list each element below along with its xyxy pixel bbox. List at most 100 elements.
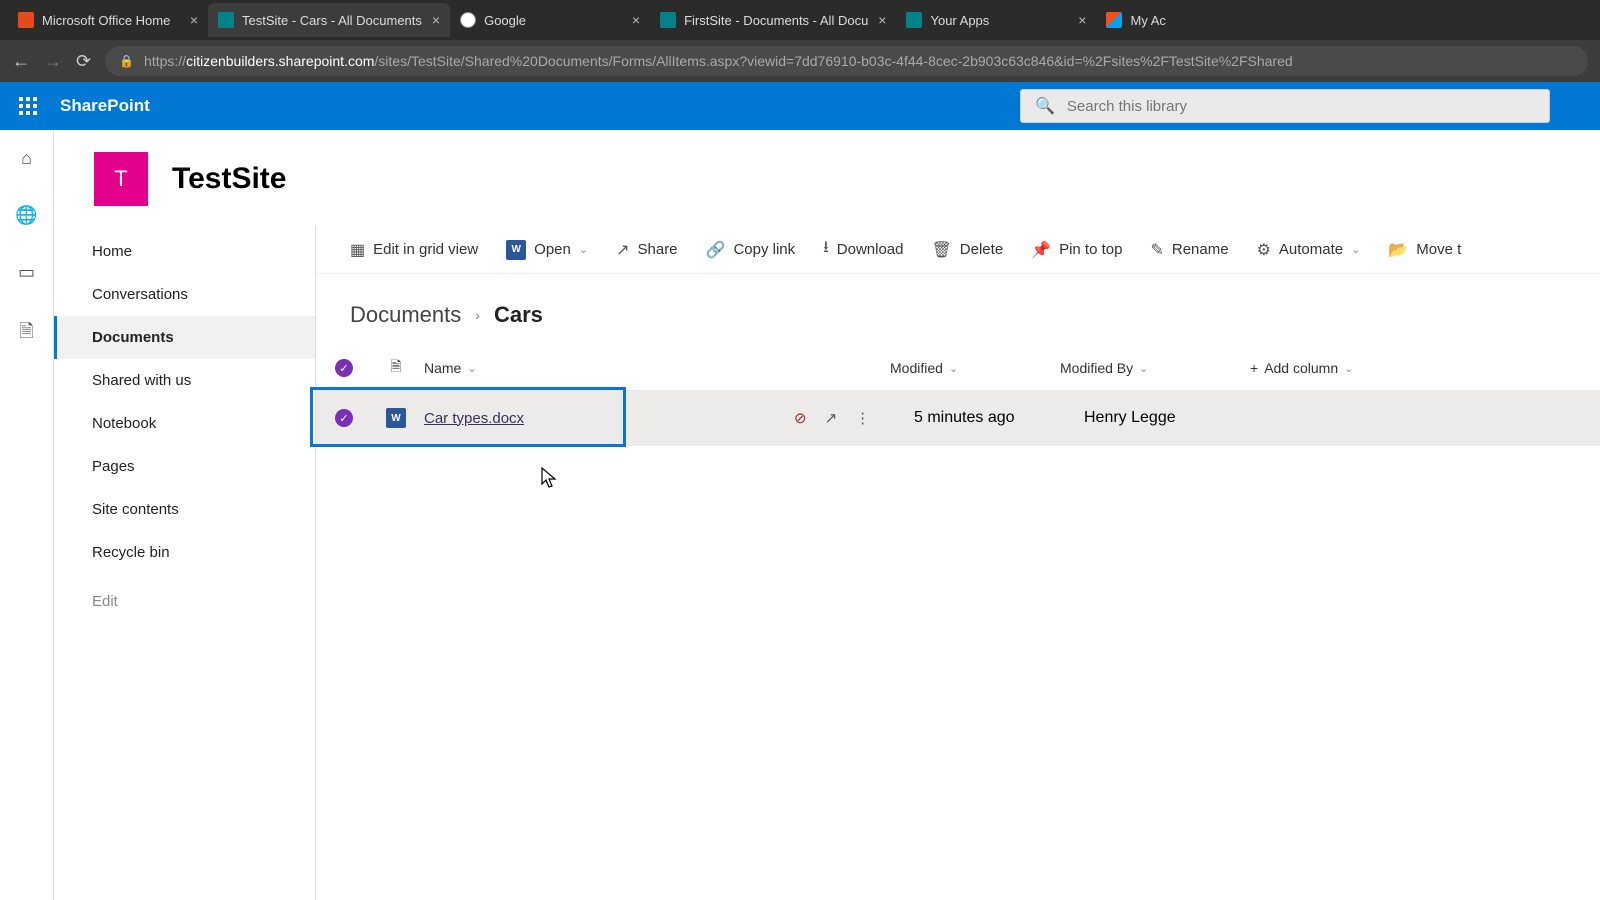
home-icon[interactable]: ⌂ (21, 148, 32, 169)
document-list: ✓ 🗎 Name⌄ Modified⌄ Modified By⌄ +Add co… (316, 346, 1600, 446)
row-actions: ⊘ ↗ ⋮ (794, 409, 914, 427)
cmd-label: Copy link (733, 241, 795, 258)
select-all-cell[interactable]: ✓ (316, 359, 372, 377)
nav-item-pages[interactable]: Pages (54, 445, 315, 488)
chevron-down-icon: ⌄ (579, 243, 588, 256)
site-title[interactable]: TestSite (172, 162, 286, 196)
cmd-label: Edit in grid view (373, 241, 478, 258)
link-icon: 🔗 (706, 240, 726, 260)
modified-by-cell[interactable]: Henry Legge (1084, 409, 1274, 427)
nav-item-home[interactable]: Home (54, 230, 315, 273)
tab-favicon (660, 12, 676, 28)
cmd-copy-link[interactable]: 🔗 Copy link (706, 240, 796, 260)
tab-label: Microsoft Office Home (42, 13, 180, 28)
lock-icon: 🔒 (119, 54, 134, 68)
nav-item-notebook[interactable]: Notebook (54, 402, 315, 445)
tab-favicon (906, 12, 922, 28)
browser-tab-1[interactable]: TestSite - Cars - All Documents × (208, 3, 450, 37)
url-host: citizenbuilders.sharepoint.com (186, 53, 374, 69)
news-icon[interactable]: ▭ (18, 262, 35, 283)
suite-bar: SharePoint 🔍 (0, 82, 1600, 130)
table-row[interactable]: ✓ W Car types.docx ⊘ ↗ ⋮ 5 minutes ago H… (316, 390, 1600, 446)
cmd-label: Pin to top (1059, 241, 1122, 258)
cmd-delete[interactable]: 🗑Delete (931, 240, 1003, 260)
breadcrumb: Documents › Cars (316, 274, 1600, 346)
chevron-right-icon: › (475, 307, 480, 323)
file-link[interactable]: Car types.docx (424, 410, 524, 427)
list-header-row: ✓ 🗎 Name⌄ Modified⌄ Modified By⌄ +Add co… (316, 346, 1600, 390)
chevron-down-icon: ⌄ (949, 362, 958, 375)
cmd-label: Automate (1279, 241, 1343, 258)
browser-tab-overflow[interactable]: My Ac (1096, 12, 1175, 28)
type-header[interactable]: 🗎 (372, 356, 420, 380)
back-button[interactable]: ← (12, 51, 30, 72)
chevron-down-icon: ⌄ (1344, 362, 1353, 375)
check-circle-icon: ✓ (335, 359, 353, 377)
share-icon[interactable]: ↗ (825, 409, 838, 427)
search-box[interactable]: 🔍 (1020, 89, 1550, 123)
files-icon[interactable]: 🗎 (19, 319, 33, 349)
cmd-move[interactable]: 📂Move t (1388, 240, 1461, 260)
nav-item-conversations[interactable]: Conversations (54, 273, 315, 316)
site-header: T TestSite (54, 130, 1600, 216)
nav-edit-link[interactable]: Edit (54, 580, 315, 623)
browser-tab-3[interactable]: FirstSite - Documents - All Docu × (650, 3, 896, 37)
tab-label: Your Apps (930, 13, 1068, 28)
app-launcher-button[interactable] (10, 88, 46, 124)
cmd-label: Share (638, 241, 678, 258)
app-name[interactable]: SharePoint (60, 96, 150, 116)
cmd-label: Move t (1416, 241, 1461, 258)
word-icon: W (506, 240, 526, 260)
address-bar[interactable]: 🔒 https://citizenbuilders.sharepoint.com… (105, 46, 1588, 76)
browser-tab-4[interactable]: Your Apps × (896, 3, 1096, 37)
tab-label: My Ac (1130, 13, 1165, 28)
tab-favicon (18, 12, 34, 28)
close-icon[interactable]: × (1078, 12, 1086, 28)
tab-label: TestSite - Cars - All Documents (242, 13, 422, 28)
nav-item-site-contents[interactable]: Site contents (54, 488, 315, 531)
add-column-header[interactable]: +Add column⌄ (1250, 360, 1600, 376)
cmd-share[interactable]: ↗Share (616, 240, 677, 260)
flow-icon: ⚙ (1257, 240, 1271, 260)
close-icon[interactable]: × (878, 12, 886, 28)
cmd-rename[interactable]: ✎Rename (1150, 240, 1228, 260)
site-logo[interactable]: T (94, 152, 148, 206)
search-input[interactable] (1067, 98, 1535, 115)
more-actions-icon[interactable]: ⋮ (855, 409, 870, 427)
browser-tab-2[interactable]: Google × (450, 3, 650, 37)
cmd-label: Delete (960, 241, 1003, 258)
nav-item-shared[interactable]: Shared with us (54, 359, 315, 402)
tab-label: Google (484, 13, 622, 28)
close-icon[interactable]: × (190, 12, 198, 28)
nav-item-documents[interactable]: Documents (54, 316, 315, 359)
close-icon[interactable]: × (432, 12, 440, 28)
browser-nav-bar: ← → ⟳ 🔒 https://citizenbuilders.sharepoi… (0, 40, 1600, 82)
modified-by-header[interactable]: Modified By⌄ (1060, 360, 1250, 376)
cmd-edit-grid[interactable]: ▦Edit in grid view (350, 240, 478, 260)
cmd-open[interactable]: W Open ⌄ (506, 240, 588, 260)
check-circle-icon: ✓ (335, 409, 353, 427)
nav-item-recycle-bin[interactable]: Recycle bin (54, 531, 315, 574)
cmd-pin[interactable]: 📌Pin to top (1031, 240, 1122, 260)
globe-icon[interactable]: 🌐 (15, 205, 37, 226)
close-icon[interactable]: × (632, 12, 640, 28)
modified-header[interactable]: Modified⌄ (890, 360, 1060, 376)
search-icon: 🔍 (1035, 96, 1055, 116)
forward-button[interactable]: → (44, 51, 62, 72)
modified-cell: 5 minutes ago (914, 409, 1084, 427)
cmd-download[interactable]: ⭳Download (823, 236, 903, 263)
row-select-cell[interactable]: ✓ (316, 409, 372, 427)
cmd-automate[interactable]: ⚙ Automate ⌄ (1257, 240, 1361, 260)
tab-favicon (460, 12, 476, 28)
browser-tab-0[interactable]: Microsoft Office Home × (8, 3, 208, 37)
name-header[interactable]: Name⌄ (420, 360, 770, 376)
reload-button[interactable]: ⟳ (76, 51, 91, 72)
breadcrumb-root[interactable]: Documents (350, 302, 461, 328)
cmd-label: Open (534, 241, 571, 258)
chevron-down-icon: ⌄ (1351, 243, 1360, 256)
file-name-cell: Car types.docx (420, 410, 770, 427)
site-logo-letter: T (114, 166, 127, 192)
breadcrumb-current: Cars (494, 302, 543, 328)
header-label: Add column (1264, 360, 1338, 376)
blocked-icon[interactable]: ⊘ (794, 409, 807, 427)
